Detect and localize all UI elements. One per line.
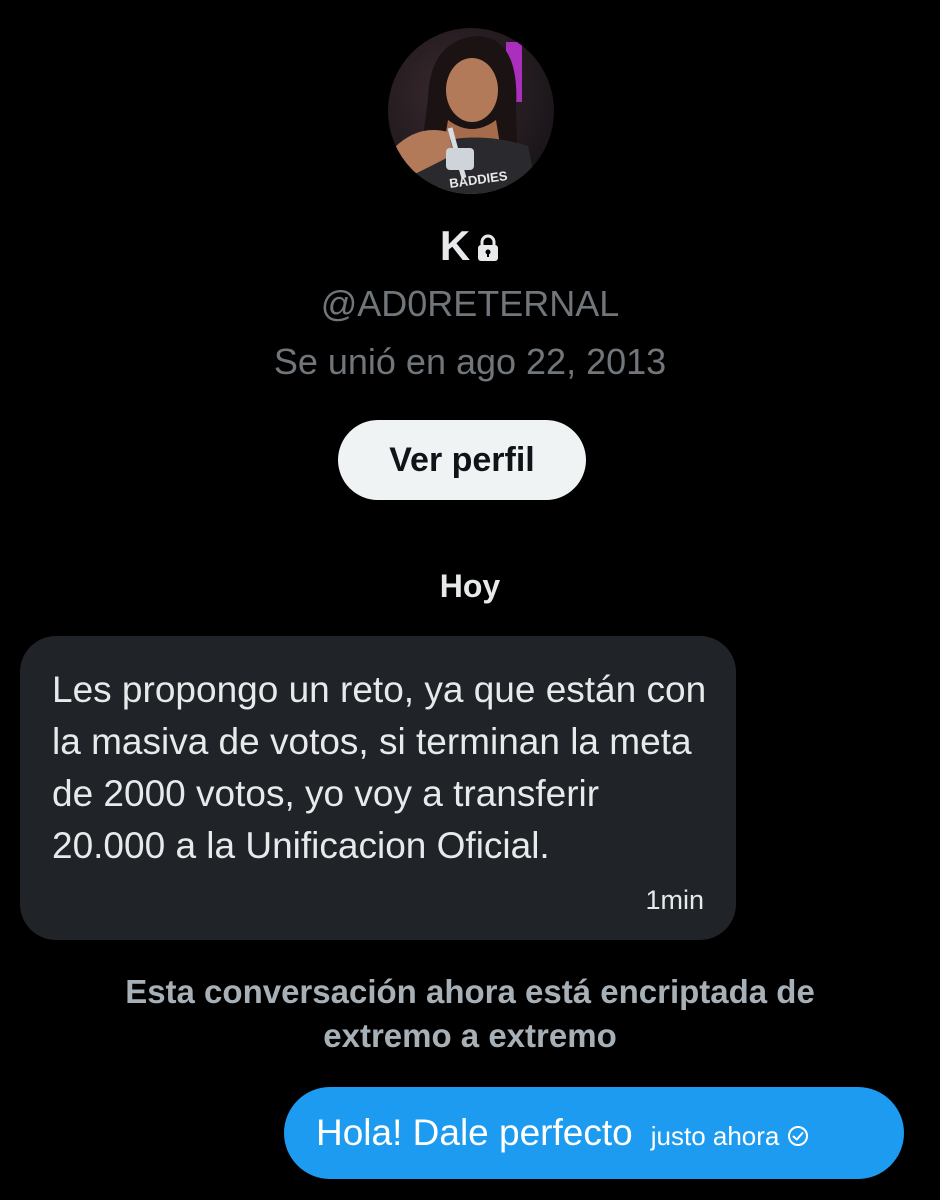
outgoing-message-meta: justo ahora (651, 1121, 810, 1152)
outgoing-message-time: justo ahora (650, 1120, 780, 1151)
profile-join-date: Se unió en ago 22, 2013 (273, 341, 667, 382)
outgoing-message[interactable]: Hola! Dale perfecto justo ahora (284, 1087, 904, 1179)
outgoing-message-text: Hola! Dale perfecto (316, 1112, 633, 1153)
incoming-message-text: Les propongo un reto, ya que están con l… (52, 669, 707, 866)
incoming-message[interactable]: Les propongo un reto, ya que están con l… (20, 636, 736, 940)
lock-icon (478, 234, 499, 261)
day-separator: Hoy (439, 568, 501, 604)
profile-name: K (439, 222, 471, 269)
encryption-notice: Esta conversación ahora está encriptada … (125, 973, 815, 1054)
check-circle-icon (788, 1126, 809, 1146)
profile-name-row: K (0, 222, 940, 270)
profile-handle: @AD0RETERNAL (320, 283, 620, 324)
avatar[interactable]: BADDIES (388, 28, 554, 194)
incoming-message-time: 1min (645, 885, 704, 915)
view-profile-button[interactable]: Ver perfil (338, 420, 586, 500)
avatar-image: BADDIES (388, 28, 554, 194)
